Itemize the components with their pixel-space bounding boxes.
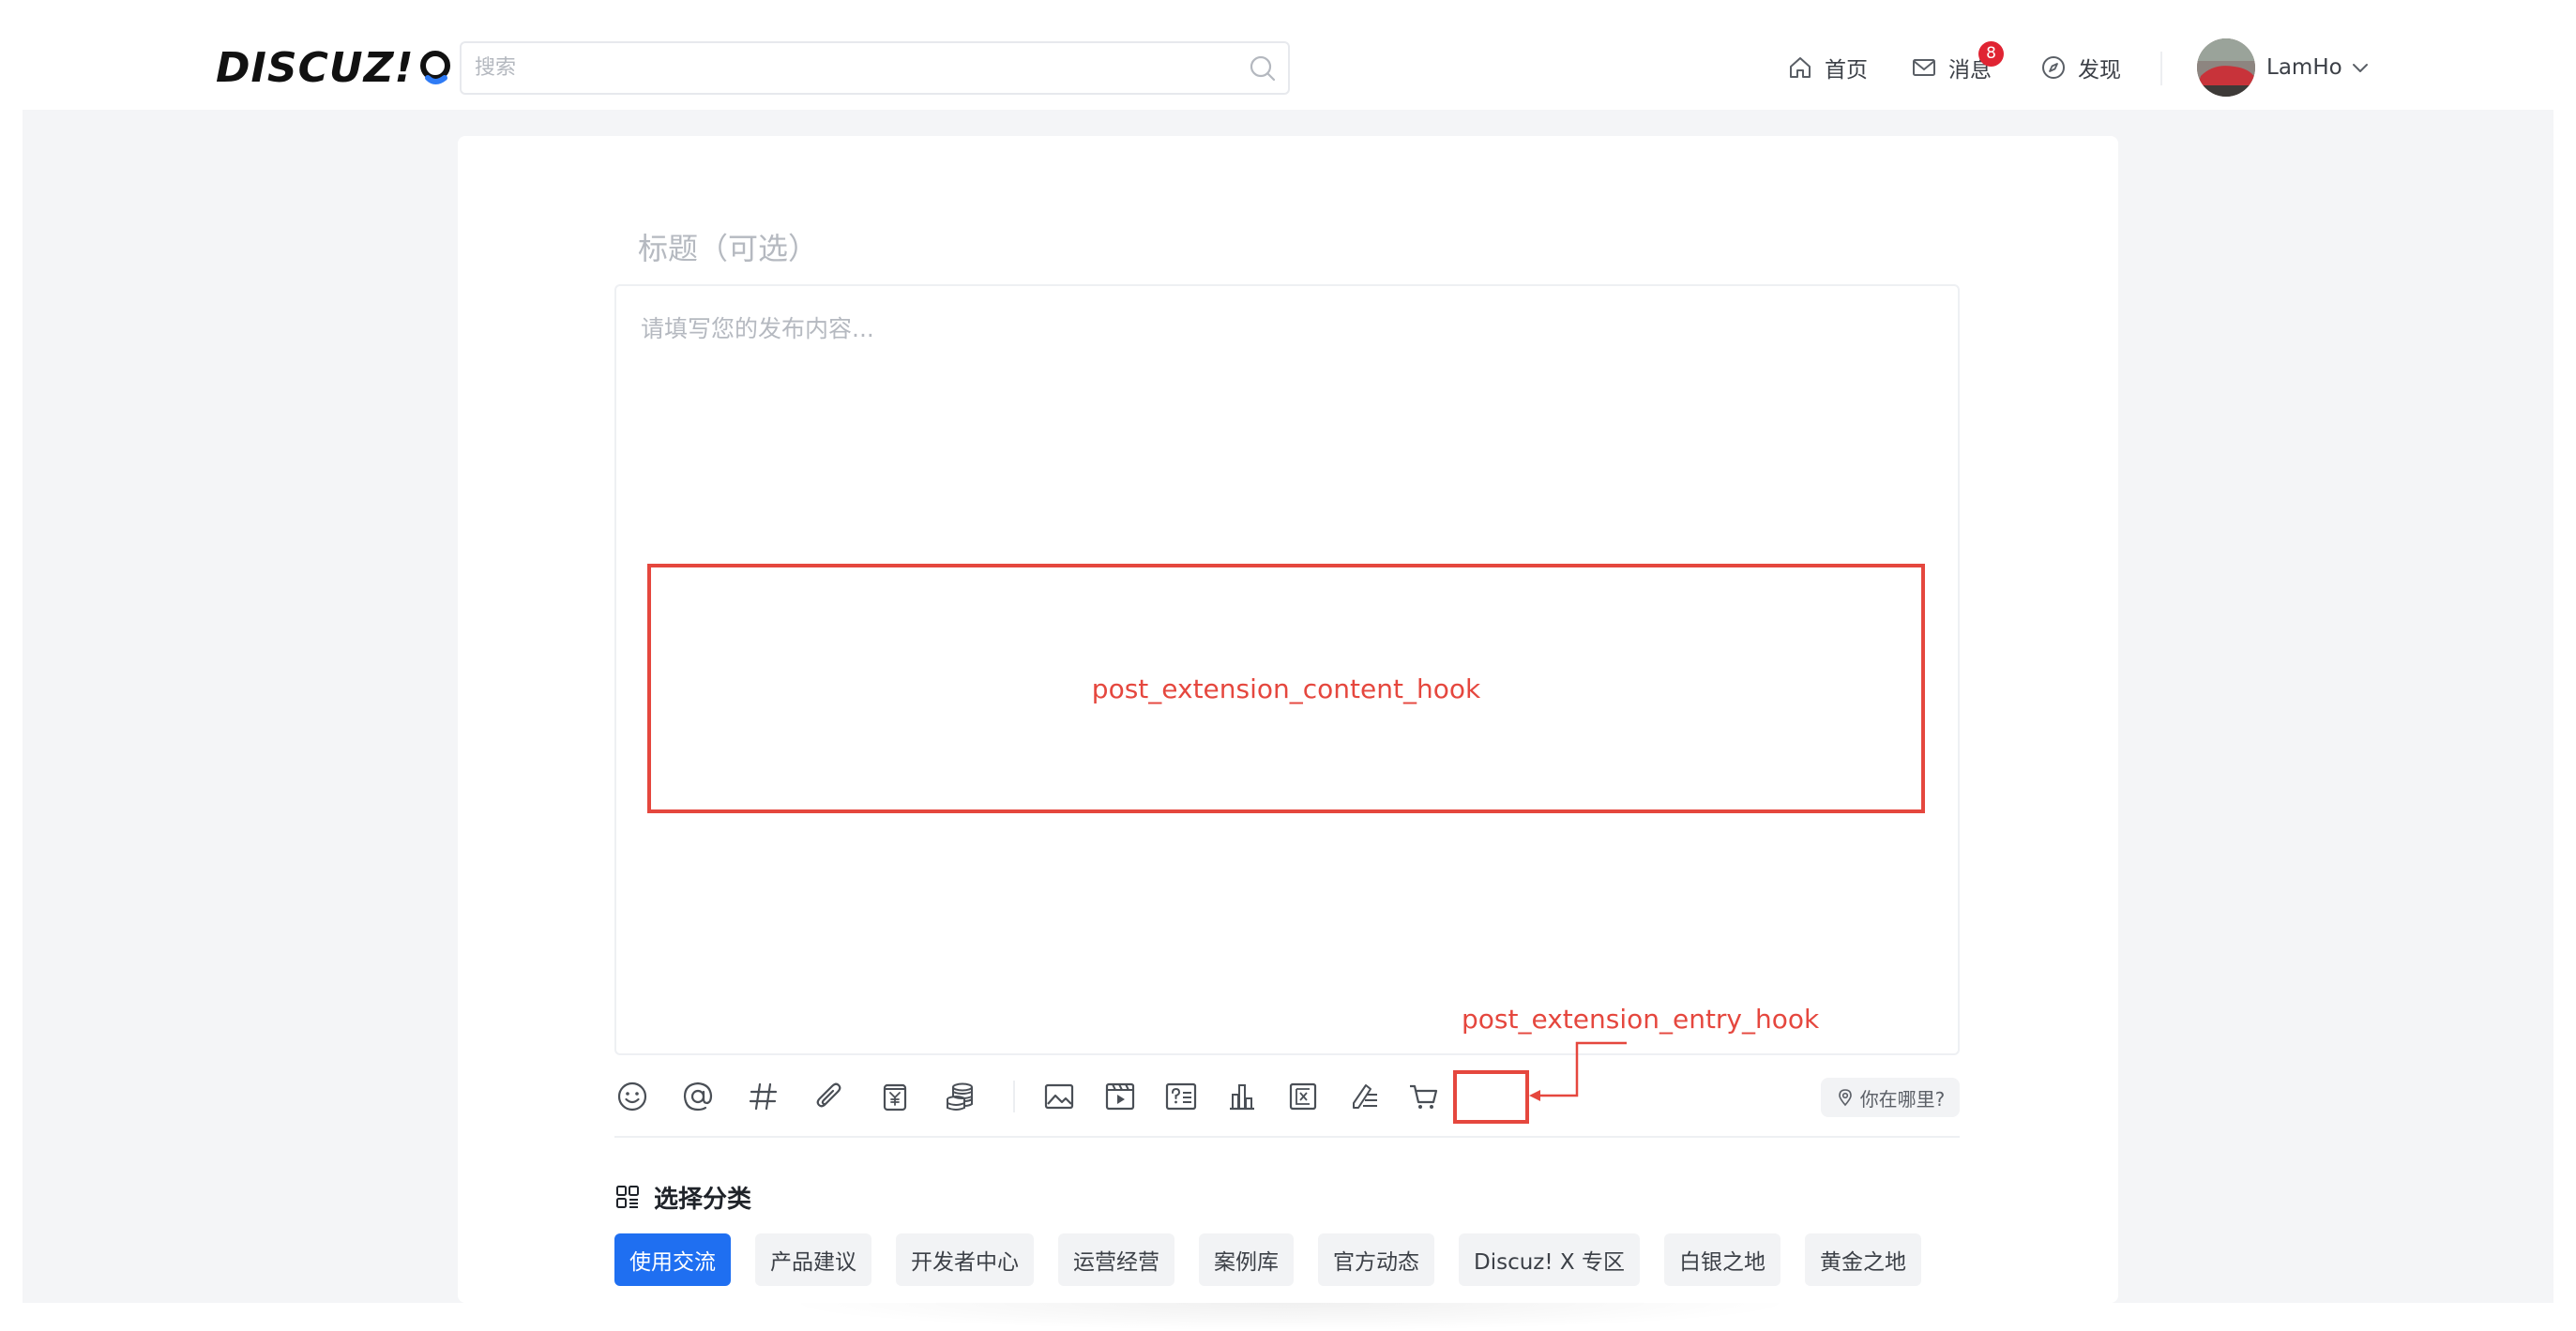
vote-chart-icon[interactable] bbox=[1225, 1080, 1259, 1113]
category-chip[interactable]: 案例库 bbox=[1199, 1233, 1294, 1286]
image-icon[interactable] bbox=[1042, 1080, 1076, 1113]
anonymous-icon[interactable] bbox=[1286, 1080, 1320, 1113]
message-count-badge: 8 bbox=[1978, 41, 2004, 67]
topic-hash-icon[interactable] bbox=[747, 1080, 780, 1113]
category-list: 使用交流 产品建议 开发者中心 运营经营 案例库 官方动态 Discuz! X … bbox=[614, 1233, 1921, 1286]
nav-discover[interactable]: 发现 bbox=[2040, 47, 2121, 88]
nav-home[interactable]: 首页 bbox=[1787, 47, 1868, 88]
category-chip[interactable]: 黄金之地 bbox=[1804, 1233, 1921, 1286]
rich-text-icon[interactable] bbox=[1347, 1080, 1381, 1113]
toolbar-separator bbox=[1013, 1081, 1015, 1112]
category-chip[interactable]: 使用交流 bbox=[614, 1233, 731, 1286]
question-icon[interactable] bbox=[1164, 1080, 1198, 1113]
mention-icon[interactable] bbox=[681, 1080, 715, 1113]
content-hook-box: post_extension_content_hook bbox=[647, 564, 1925, 813]
post-content-textarea[interactable] bbox=[641, 310, 1935, 498]
search-icon[interactable] bbox=[1249, 54, 1277, 83]
video-icon[interactable] bbox=[1103, 1080, 1137, 1113]
attachment-icon[interactable] bbox=[812, 1080, 846, 1113]
compass-icon bbox=[2042, 56, 2065, 79]
category-chip[interactable]: 运营经营 bbox=[1058, 1233, 1174, 1286]
search-input[interactable] bbox=[475, 43, 1244, 93]
logo-text: DISCUZ! bbox=[216, 43, 415, 92]
header-divider bbox=[2160, 52, 2162, 85]
logo-mark-icon bbox=[418, 50, 454, 85]
home-icon bbox=[1790, 57, 1811, 78]
toolbar-divider bbox=[614, 1136, 1960, 1138]
post-title-input[interactable] bbox=[638, 220, 1951, 277]
category-chip[interactable]: 产品建议 bbox=[755, 1233, 871, 1286]
user-menu[interactable]: LamHo bbox=[2266, 49, 2371, 86]
avatar[interactable] bbox=[2197, 38, 2255, 97]
category-chip[interactable]: 开发者中心 bbox=[896, 1233, 1034, 1286]
reward-icon[interactable] bbox=[878, 1080, 912, 1113]
bottom-shadow bbox=[779, 1303, 1801, 1331]
entry-hook-arrow bbox=[1529, 1041, 1627, 1101]
username-label: LamHo bbox=[2266, 55, 2342, 80]
nav-discover-label: 发现 bbox=[2078, 58, 2121, 83]
emoji-icon[interactable] bbox=[615, 1080, 649, 1113]
chevron-down-icon bbox=[2352, 64, 2368, 72]
category-chip[interactable]: 官方动态 bbox=[1318, 1233, 1434, 1286]
category-heading-label: 选择分类 bbox=[654, 1185, 752, 1214]
category-heading: 选择分类 bbox=[614, 1180, 751, 1214]
goods-cart-icon[interactable] bbox=[1407, 1080, 1441, 1113]
category-chip[interactable]: 白银之地 bbox=[1663, 1233, 1780, 1286]
location-button[interactable]: 你在哪里? bbox=[1821, 1078, 1960, 1117]
content-hook-label: post_extension_content_hook bbox=[1091, 673, 1481, 704]
mail-icon bbox=[1913, 59, 1935, 76]
coins-icon[interactable] bbox=[944, 1080, 977, 1113]
discuz-logo[interactable]: DISCUZ! bbox=[216, 39, 454, 96]
location-pin-icon bbox=[1838, 1089, 1852, 1107]
nav-home-label: 首页 bbox=[1825, 58, 1868, 83]
entry-hook-box bbox=[1453, 1070, 1529, 1124]
search-box[interactable] bbox=[460, 41, 1290, 95]
category-chip[interactable]: Discuz! X 专区 bbox=[1459, 1233, 1640, 1286]
entry-hook-label: post_extension_entry_hook bbox=[1462, 1004, 1820, 1035]
top-header: DISCUZ! 首页 消息 8 bbox=[0, 0, 2576, 110]
category-grid-icon bbox=[616, 1186, 639, 1208]
location-label: 你在哪里? bbox=[1859, 1087, 1946, 1111]
